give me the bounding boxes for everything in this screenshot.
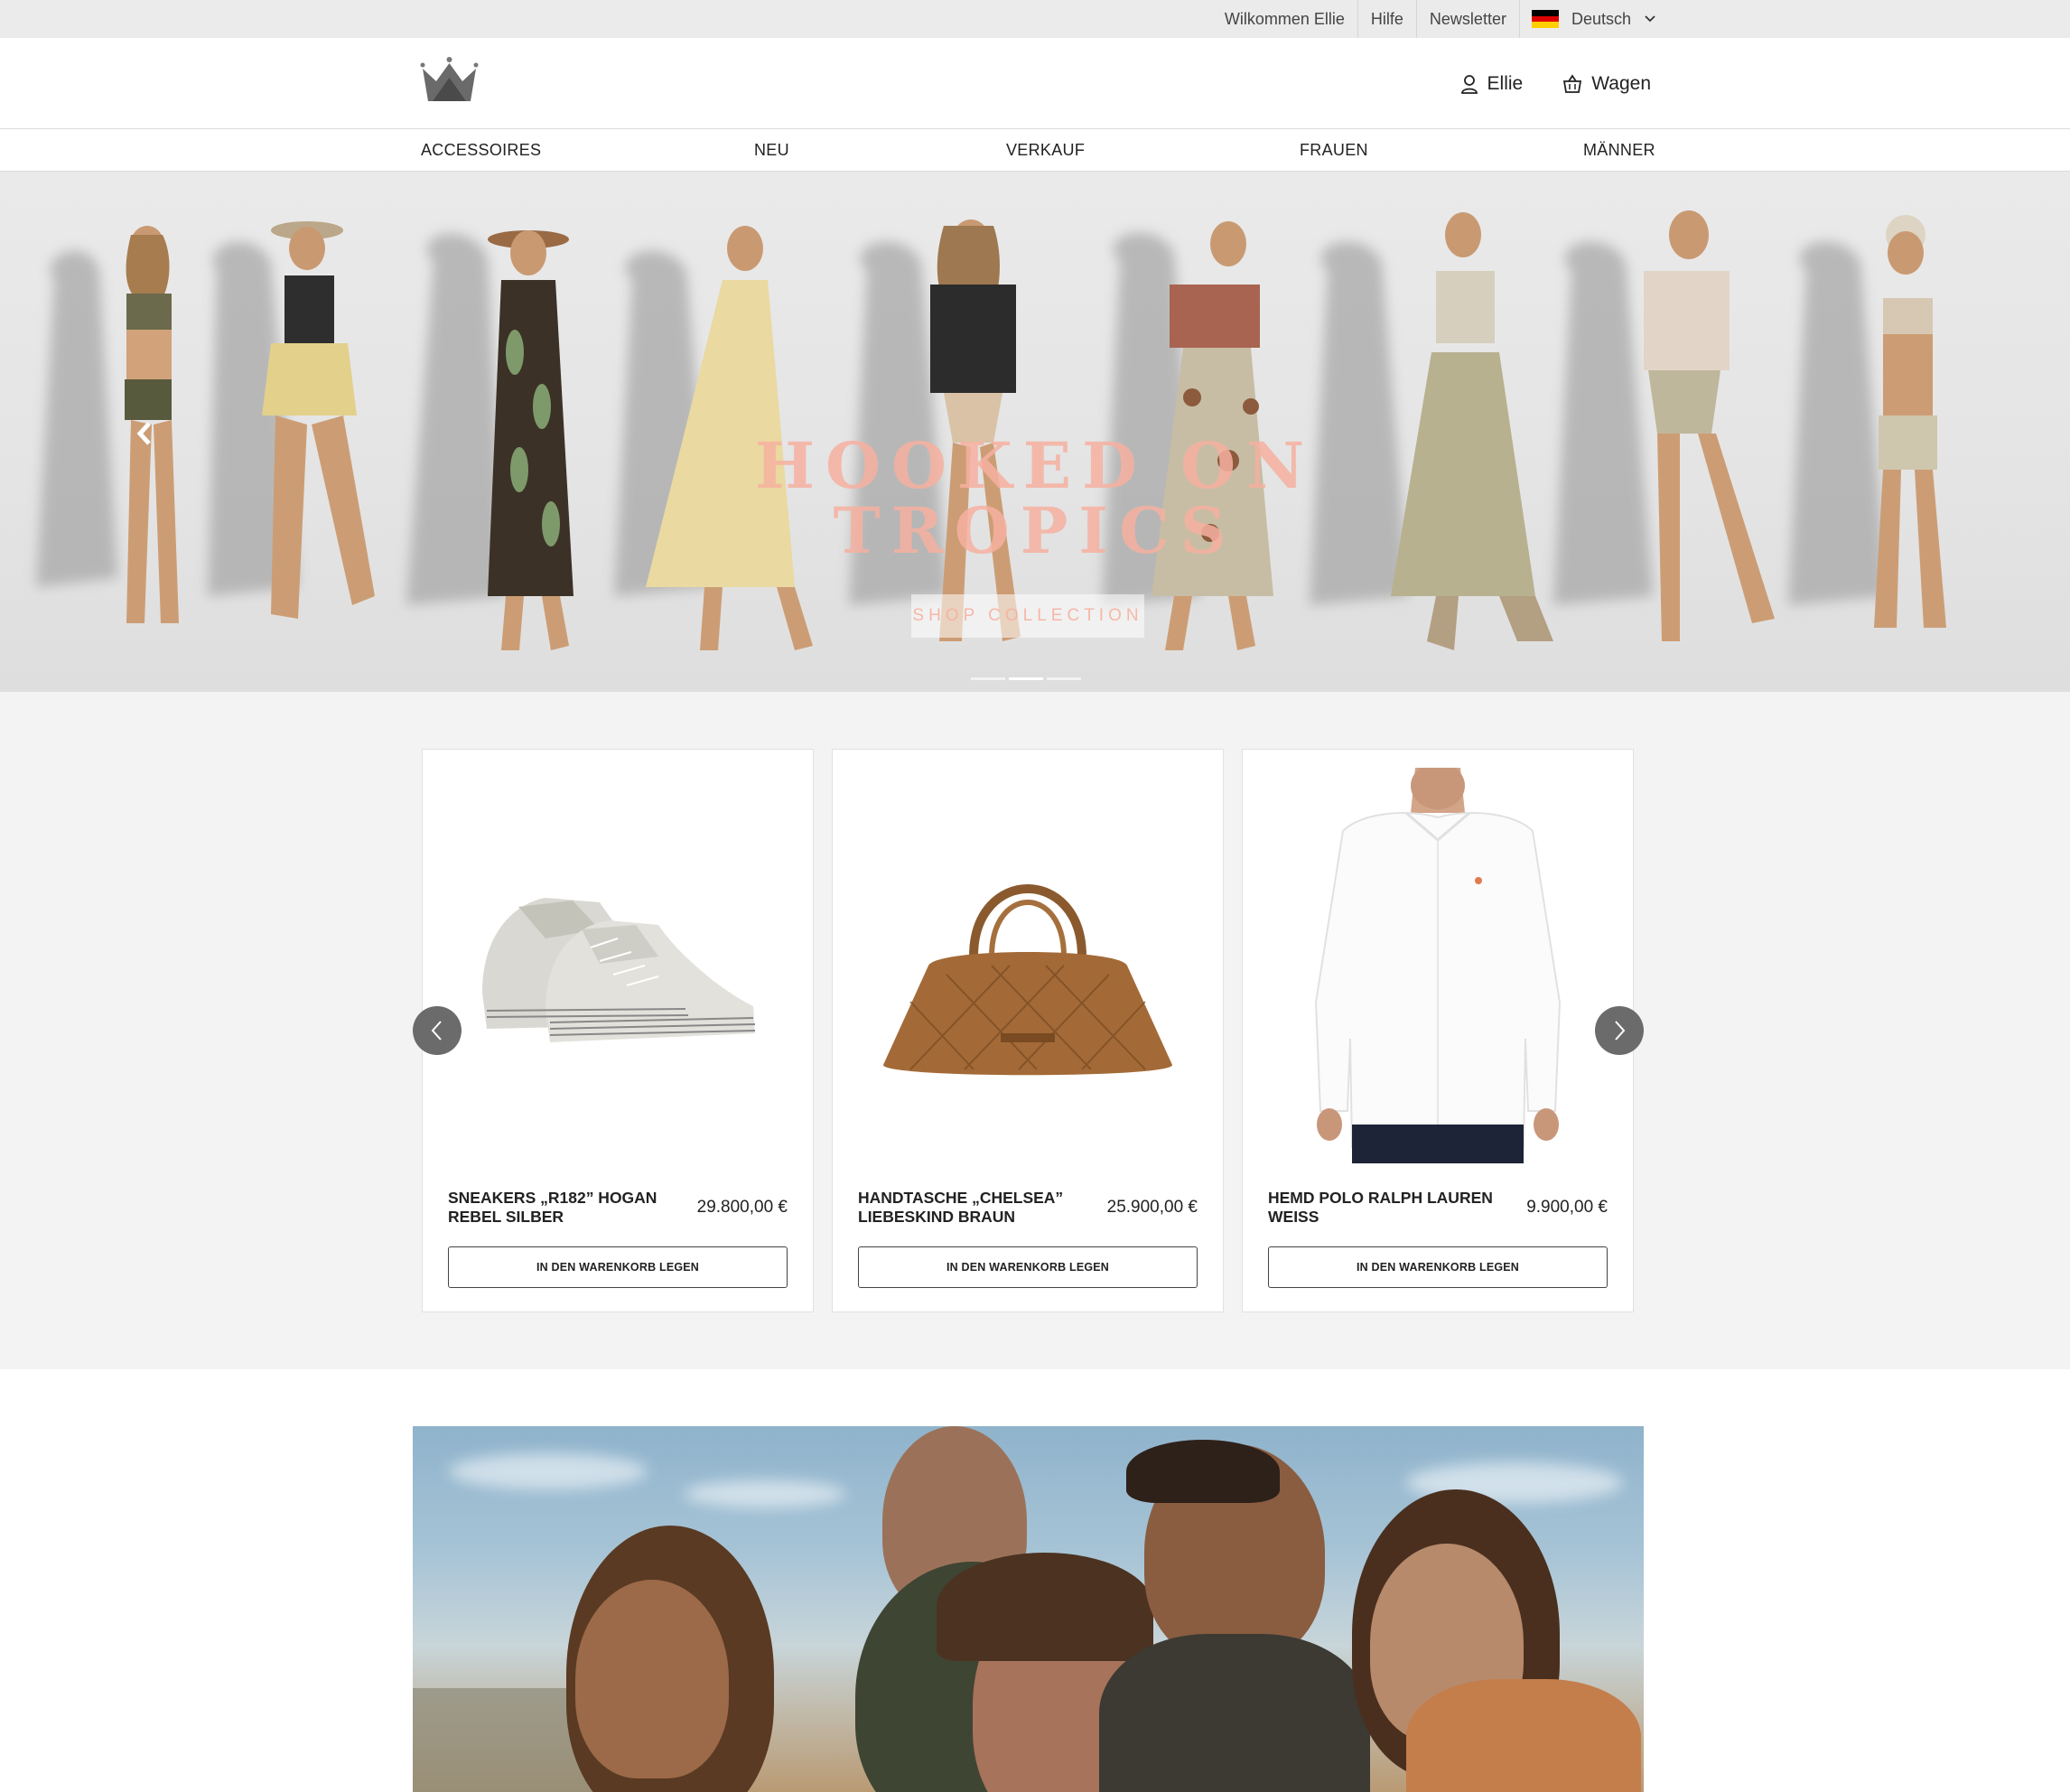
shop-collection-button[interactable]: SHOP COLLECTION xyxy=(911,594,1144,638)
top-utility-bar: Wilkommen Ellie Hilfe Newsletter Deutsch xyxy=(0,0,2070,38)
silver-sneakers-image xyxy=(482,898,756,1042)
german-flag-icon xyxy=(1531,10,1559,29)
product-card[interactable]: SNEAKERS „R182” HOGAN REBEL SILBER 29.80… xyxy=(422,749,814,1312)
carousel-indicators xyxy=(971,677,1085,680)
product-name[interactable]: SNEAKERS „R182” HOGAN REBEL SILBER xyxy=(448,1189,674,1227)
carousel-prev-button[interactable] xyxy=(413,1006,462,1055)
product-card[interactable]: HANDTASCHE „CHELSEA” LIEBESKIND BRAUN 25… xyxy=(832,749,1224,1312)
hero-title-line-2: TROPICS xyxy=(833,493,1237,568)
language-label: Deutsch xyxy=(1571,9,1631,28)
product-carousel: SNEAKERS „R182” HOGAN REBEL SILBER 29.80… xyxy=(0,692,2070,1369)
chevron-left-icon xyxy=(431,1021,442,1041)
nav-item-verkauf[interactable]: VERKAUF xyxy=(1006,129,1085,172)
product-name[interactable]: HANDTASCHE „CHELSEA” LIEBESKIND BRAUN xyxy=(858,1189,1084,1227)
help-link[interactable]: Hilfe xyxy=(1358,0,1417,38)
hero-title: HOOKED ON TROPICS xyxy=(0,434,2070,564)
product-price: 9.900,00 € xyxy=(1526,1198,1608,1217)
hero-carousel[interactable]: HOOKED ON TROPICS SHOP COLLECTION xyxy=(0,172,2070,692)
chevron-down-icon xyxy=(1645,15,1655,23)
user-icon xyxy=(1460,74,1478,94)
product-price: 29.800,00 € xyxy=(696,1198,788,1217)
white-shirt-image xyxy=(1314,768,1562,1163)
add-to-cart-button[interactable]: IN DEN WARENKORB LEGEN xyxy=(1268,1246,1608,1288)
nav-item-frauen[interactable]: FRAUEN xyxy=(1300,129,1368,172)
cart-button[interactable]: Wagen xyxy=(1562,73,1651,95)
product-card[interactable]: HEMD POLO RALPH LAUREN WEISS 9.900,00 € … xyxy=(1242,749,1634,1312)
welcome-text: Wilkommen Ellie xyxy=(1225,0,1358,38)
product-price: 25.900,00 € xyxy=(1106,1198,1198,1217)
add-to-cart-button[interactable]: IN DEN WARENKORB LEGEN xyxy=(858,1246,1198,1288)
nav-item-accessoires[interactable]: ACCESSOIRES xyxy=(421,129,541,172)
product-image-sneakers[interactable] xyxy=(441,768,795,1163)
carousel-dot-2[interactable] xyxy=(1009,677,1043,680)
product-image-handbag[interactable] xyxy=(851,768,1205,1163)
add-to-cart-button[interactable]: IN DEN WARENKORB LEGEN xyxy=(448,1246,788,1288)
carousel-dot-3[interactable] xyxy=(1047,677,1081,680)
nav-item-neu[interactable]: NEU xyxy=(754,129,789,172)
carousel-dot-1[interactable] xyxy=(971,677,1005,680)
hero-title-line-1: HOOKED ON xyxy=(754,428,1316,503)
newsletter-link[interactable]: Newsletter xyxy=(1417,0,1520,38)
campaign-banner-image[interactable] xyxy=(413,1426,1644,1792)
product-name[interactable]: HEMD POLO RALPH LAUREN WEISS xyxy=(1268,1189,1494,1227)
crown-icon[interactable] xyxy=(420,56,479,106)
account-button[interactable]: Ellie xyxy=(1460,72,1524,95)
carousel-next-button[interactable] xyxy=(1595,1006,1644,1055)
chevron-right-icon xyxy=(1615,1021,1626,1041)
nav-item-maenner[interactable]: MÄNNER xyxy=(1583,129,1655,172)
site-header: Ellie Wagen xyxy=(0,38,2070,129)
brown-handbag-image xyxy=(883,884,1172,1076)
product-image-shirt[interactable] xyxy=(1261,768,1615,1163)
account-label: Ellie xyxy=(1487,72,1524,94)
cart-label: Wagen xyxy=(1591,72,1651,94)
basket-icon xyxy=(1563,73,1582,93)
main-navigation: ACCESSOIRES NEU VERKAUF FRAUEN MÄNNER xyxy=(0,129,2070,172)
language-selector[interactable]: Deutsch xyxy=(1520,0,1656,38)
